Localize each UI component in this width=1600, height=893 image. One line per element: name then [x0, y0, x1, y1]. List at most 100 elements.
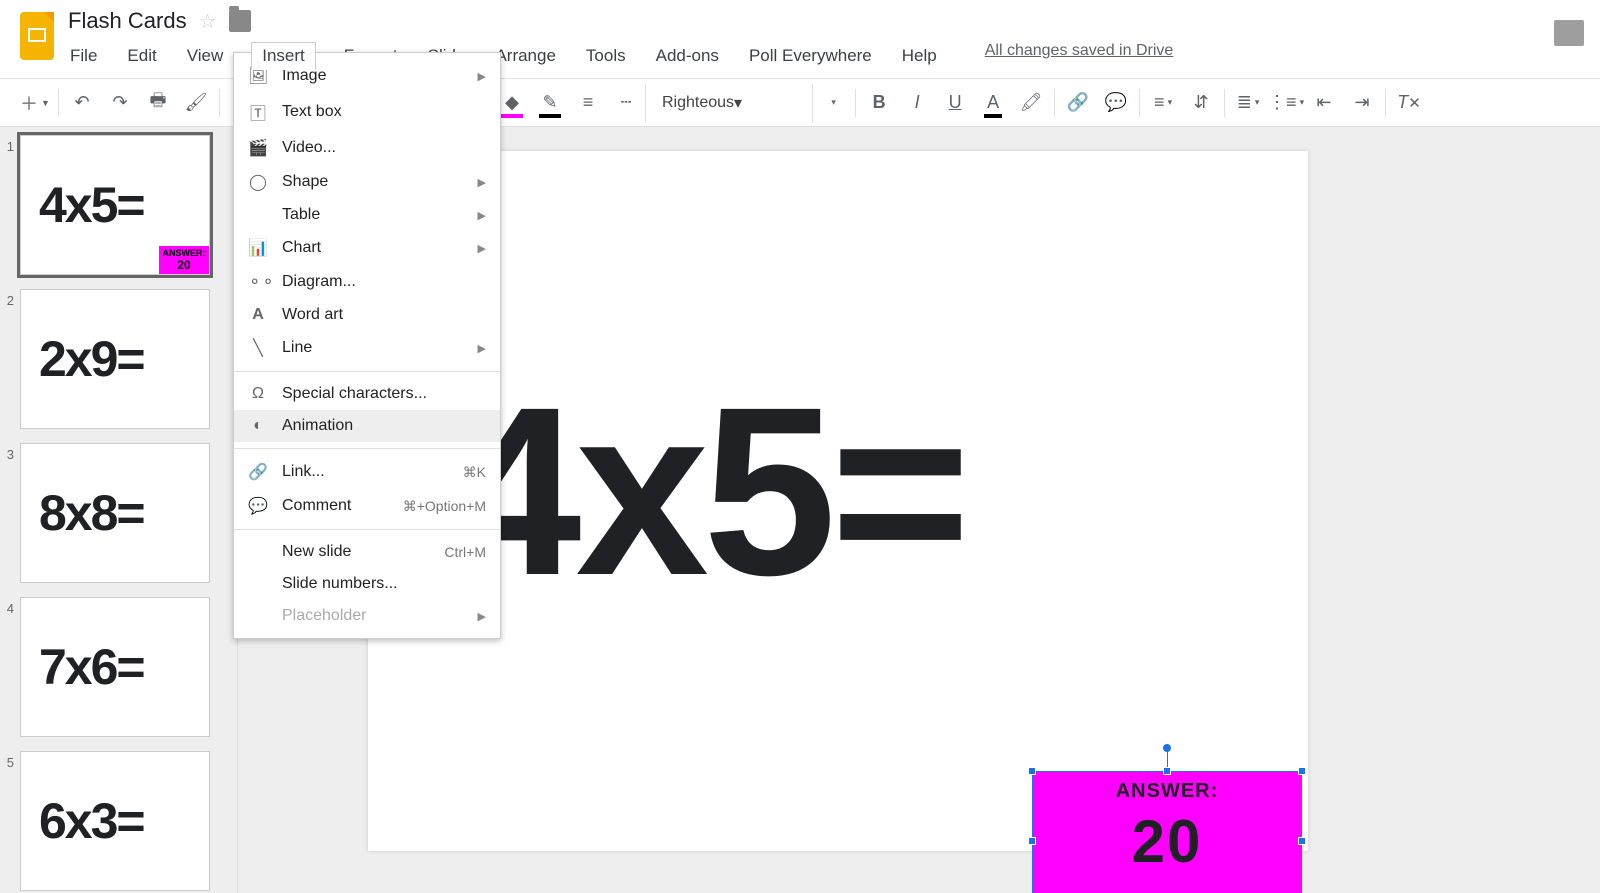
answer-value: 20 — [1033, 807, 1301, 876]
numbered-list-button[interactable]: ≣▾ — [1229, 84, 1267, 122]
resize-handle[interactable] — [1028, 837, 1036, 845]
thumb-2[interactable]: 2x9= — [20, 289, 210, 429]
redo-button[interactable]: ↷ — [101, 84, 139, 122]
textbox-icon: 🅃 — [248, 100, 268, 124]
thumb-text: 8x8= — [39, 484, 144, 542]
insert-link[interactable]: 🔗Link...⌘K — [234, 455, 500, 489]
animation-icon: ◐ — [248, 417, 268, 435]
submenu-arrow-icon: ▶ — [478, 209, 486, 222]
insert-slide-numbers[interactable]: Slide numbers... — [234, 568, 500, 600]
insert-wordart[interactable]: AWord art — [234, 299, 500, 331]
menu-view[interactable]: View — [185, 42, 226, 70]
thumb-1[interactable]: 4x5= ANSWER:20 — [20, 135, 210, 275]
submenu-arrow-icon: ▶ — [478, 70, 486, 83]
slide-panel: 1 4x5= ANSWER:20 2 2x9= 3 8x8= 4 7x6= 5 6x3= — [0, 127, 238, 893]
thumb-number: 3 — [0, 443, 20, 583]
menu-file[interactable]: File — [68, 42, 99, 70]
menu-addons[interactable]: Add-ons — [654, 42, 721, 70]
save-status[interactable]: All changes saved in Drive — [985, 42, 1174, 70]
thumb-number: 4 — [0, 597, 20, 737]
bulleted-list-button[interactable]: ⋮≡▾ — [1267, 84, 1305, 122]
link-button[interactable]: 🔗 — [1059, 84, 1097, 122]
font-select[interactable]: Righteous▾ — [645, 84, 813, 122]
insert-animation[interactable]: ◐Animation — [234, 410, 500, 442]
menu-arrange[interactable]: Arrange — [493, 42, 557, 70]
slide[interactable]: 4x5= ANSWER: 20 — [368, 151, 1308, 851]
resize-handle[interactable] — [1028, 767, 1036, 775]
clear-format-button[interactable]: T✕ — [1390, 84, 1428, 122]
thumb-text: 7x6= — [39, 638, 144, 696]
menu-tools[interactable]: Tools — [584, 42, 628, 70]
indent-button[interactable]: ⇥ — [1343, 84, 1381, 122]
print-button[interactable]: 🖶 — [139, 84, 177, 122]
submenu-arrow-icon: ▶ — [478, 610, 486, 623]
text-color-button[interactable]: A — [974, 84, 1012, 122]
resize-handle[interactable] — [1298, 837, 1306, 845]
line-color-button[interactable]: ✎ — [531, 84, 569, 122]
diagram-icon: ⚬⚬ — [248, 272, 268, 292]
resize-handle[interactable] — [1163, 767, 1171, 775]
menubar: File Edit View Insert Format Slide Arran… — [68, 42, 1554, 70]
insert-comment[interactable]: 💬Comment⌘+Option+M — [234, 489, 500, 523]
line-dash-button[interactable]: ┄ — [607, 84, 645, 122]
omega-icon: Ω — [248, 385, 268, 403]
thumb-text: 2x9= — [39, 330, 144, 388]
italic-button[interactable]: I — [898, 84, 936, 122]
thumb-number: 5 — [0, 751, 20, 891]
insert-shape[interactable]: ◯Shape▶ — [234, 165, 500, 199]
folder-icon[interactable] — [229, 10, 251, 32]
shape-icon: ◯ — [248, 172, 268, 192]
thumb-text: 6x3= — [39, 792, 144, 850]
menu-poll[interactable]: Poll Everywhere — [747, 42, 874, 70]
insert-placeholder: Placeholder▶ — [234, 600, 500, 632]
insert-textbox[interactable]: 🅃Text box — [234, 93, 500, 131]
slide-question-text[interactable]: 4x5= — [448, 371, 965, 611]
video-icon: 🎬 — [248, 138, 268, 158]
thumb-number: 1 — [0, 135, 20, 275]
highlight-button[interactable]: 🖍 — [1012, 84, 1050, 122]
insert-chart[interactable]: 📊Chart▶ — [234, 231, 500, 265]
line-spacing-button[interactable]: ⇵ — [1182, 84, 1220, 122]
resize-handle[interactable] — [1298, 767, 1306, 775]
wordart-icon: A — [248, 306, 268, 324]
new-slide-button[interactable]: ＋▼ — [16, 84, 54, 122]
align-button[interactable]: ≡▾ — [1144, 84, 1182, 122]
bold-button[interactable]: B — [860, 84, 898, 122]
insert-special-chars[interactable]: ΩSpecial characters... — [234, 378, 500, 410]
insert-video[interactable]: 🎬Video... — [234, 131, 500, 165]
thumb-4[interactable]: 7x6= — [20, 597, 210, 737]
thumb-5[interactable]: 6x3= — [20, 751, 210, 891]
underline-button[interactable]: U — [936, 84, 974, 122]
line-icon: ╲ — [248, 338, 268, 358]
outdent-button[interactable]: ⇤ — [1305, 84, 1343, 122]
answer-label: ANSWER: — [1033, 772, 1301, 803]
menu-insert[interactable]: Insert — [251, 42, 316, 70]
font-size-select[interactable]: ▾ — [813, 84, 851, 122]
link-icon: 🔗 — [248, 462, 268, 482]
star-icon[interactable]: ☆ — [199, 9, 217, 34]
insert-menu-dropdown: 🖼Image▶ 🅃Text box 🎬Video... ◯Shape▶ Tabl… — [233, 52, 501, 639]
thumb-3[interactable]: 8x8= — [20, 443, 210, 583]
submenu-arrow-icon: ▶ — [478, 342, 486, 355]
answer-box[interactable]: ANSWER: 20 — [1032, 771, 1302, 893]
doc-title[interactable]: Flash Cards — [68, 8, 187, 34]
insert-line[interactable]: ╲Line▶ — [234, 331, 500, 365]
insert-diagram[interactable]: ⚬⚬Diagram... — [234, 265, 500, 299]
thumb-answer: ANSWER:20 — [159, 246, 209, 274]
shortcut: Ctrl+M — [444, 544, 486, 560]
shortcut: ⌘K — [463, 464, 486, 481]
menu-edit[interactable]: Edit — [125, 42, 158, 70]
insert-new-slide[interactable]: New slideCtrl+M — [234, 536, 500, 568]
thumb-number: 2 — [0, 289, 20, 429]
menu-help[interactable]: Help — [900, 42, 939, 70]
line-weight-button[interactable]: ≡ — [569, 84, 607, 122]
comment-icon: 💬 — [248, 496, 268, 516]
comments-button[interactable] — [1554, 20, 1584, 46]
undo-button[interactable]: ↶ — [63, 84, 101, 122]
paint-format-button[interactable]: 🖌 — [177, 84, 215, 122]
shortcut: ⌘+Option+M — [403, 498, 486, 515]
submenu-arrow-icon: ▶ — [478, 242, 486, 255]
chart-icon: 📊 — [248, 238, 268, 258]
insert-table[interactable]: Table▶ — [234, 199, 500, 231]
add-comment-button[interactable]: 💬 — [1097, 84, 1135, 122]
